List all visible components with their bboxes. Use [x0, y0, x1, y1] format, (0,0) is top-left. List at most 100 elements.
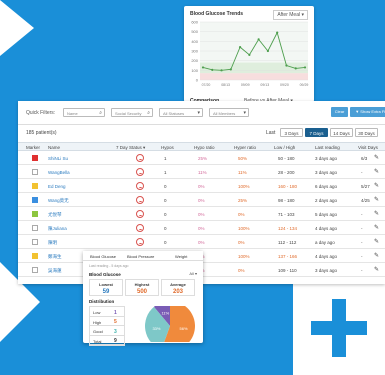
range-dropdown[interactable]: All ▾ — [189, 271, 197, 276]
status-filter-select[interactable]: All Statuses ▾ — [159, 108, 203, 117]
marker-swatch[interactable] — [32, 183, 38, 189]
col-marker[interactable]: Marker — [26, 145, 40, 150]
trend-line-chart: 600 500 400 300 200 100 007/20 08/13 09/09 09/13 0… — [191, 20, 309, 88]
tab-blood-pressure[interactable]: Blood Pressure — [127, 254, 154, 259]
data-point — [285, 64, 288, 67]
distribution-label: High — [93, 319, 102, 325]
edit-icon[interactable]: ✎ — [374, 224, 379, 231]
y-tick-label: 0 — [196, 78, 199, 83]
patient-name[interactable]: Wang莫无 — [48, 198, 69, 204]
last-reading-cell: 4 days ago — [315, 254, 338, 259]
data-point — [276, 31, 279, 34]
edit-icon[interactable]: ✎ — [374, 168, 379, 175]
name-filter-input[interactable]: Name ⌕ — [63, 108, 105, 117]
last-reading-text: Last reading - 5 days ago — [89, 264, 129, 268]
table-row[interactable]: Wang莫无 0 0% 25% 98 - 180 2 days ago 4/25 ✎ — [18, 193, 385, 207]
patient-count: 185 patient(s) — [26, 130, 57, 136]
marker-swatch[interactable] — [32, 253, 38, 259]
patient-name[interactable]: 尤悦琴 — [48, 212, 62, 218]
hypos-cell: 0 — [164, 212, 167, 217]
patient-name[interactable]: 吳海蓮 — [48, 268, 62, 274]
show-extra-filters-button[interactable]: ▼ Show Extra Filters — [350, 107, 385, 117]
table-row[interactable]: Ed Deng 0 0% 100% 160 - 180 6 days ago 5/27 ✎ — [18, 179, 385, 193]
hypo-ratio-cell: 0% — [198, 240, 205, 245]
stat-highest: Highest 500 — [125, 279, 159, 296]
data-point — [211, 68, 214, 71]
col-hypo-ratio[interactable]: Hypo ratio — [194, 145, 215, 150]
marker-swatch[interactable] — [32, 267, 38, 273]
member-filter-select[interactable]: All Members ▾ — [209, 108, 249, 117]
col-last-reading[interactable]: Last reading — [315, 145, 340, 150]
low-high-cell: 50 - 180 — [278, 156, 295, 161]
range-button[interactable]: 3 Days — [280, 128, 303, 137]
decor-triangle-top — [0, 0, 34, 56]
marker-swatch[interactable] — [32, 169, 38, 175]
clear-filters-button[interactable]: Clear — [331, 107, 348, 117]
edit-icon[interactable]: ✎ — [374, 252, 379, 259]
distribution-row: High 5 — [90, 317, 124, 326]
ssn-filter-input[interactable]: Social Security ⌕ — [111, 108, 153, 117]
marker-swatch[interactable] — [32, 225, 38, 231]
col-hypos[interactable]: Hypos — [161, 145, 174, 150]
edit-icon[interactable]: ✎ — [374, 210, 379, 217]
marker-swatch[interactable] — [32, 239, 38, 245]
range-button[interactable]: 7 Days — [305, 128, 328, 137]
edit-icon[interactable]: ✎ — [374, 196, 379, 203]
col-visit-days[interactable]: Visit Days — [358, 145, 378, 150]
x-tick-label: 09/13 — [260, 83, 269, 87]
edit-icon[interactable]: ✎ — [374, 266, 379, 273]
tab-blood-glucose[interactable]: Blood Glucose — [90, 254, 116, 259]
sad-face-icon — [136, 210, 144, 218]
distribution-row: Total 9 — [90, 336, 124, 345]
chevron-down-icon: ▾ — [197, 110, 200, 116]
hypos-cell: 1 — [164, 156, 167, 161]
x-tick-label: 09/29 — [300, 83, 309, 87]
patient-name[interactable]: Ed Deng — [48, 184, 66, 189]
patient-name[interactable]: WangBella — [48, 170, 70, 175]
last-reading-cell: 2 days ago — [315, 198, 338, 203]
low-high-cell: 160 - 180 — [278, 184, 298, 189]
col-hyper-ratio[interactable]: Hyper ratio — [234, 145, 256, 150]
data-point — [294, 67, 297, 70]
popup-tabs: Blood Glucose Blood Pressure Weight — [83, 251, 203, 261]
distribution-row: Good 3 — [90, 326, 124, 336]
marker-swatch[interactable] — [32, 211, 38, 217]
hyper-ratio-cell: 100% — [238, 254, 250, 259]
table-row[interactable]: ShiNLi Su 1 25% 50% 50 - 180 3 days ago 6/3 ✎ — [18, 151, 385, 165]
patient-name[interactable]: 鄭海生 — [48, 254, 62, 260]
edit-icon[interactable]: ✎ — [374, 182, 379, 189]
table-row[interactable]: WangBella 1 11% 11% 28 - 200 3 days ago - ✎ — [18, 165, 385, 179]
pie-percent-label: 11% — [161, 311, 169, 316]
col-name[interactable]: Name — [48, 145, 60, 150]
edit-icon[interactable]: ✎ — [374, 154, 379, 161]
hyper-ratio-cell: 0% — [238, 268, 245, 273]
section-title: Blood Glucose — [89, 272, 121, 277]
patient-name[interactable]: 陳明 — [48, 240, 57, 246]
visit-days-cell: 5/27 — [361, 184, 370, 189]
col-low-high[interactable]: Low / High — [274, 145, 295, 150]
hyper-ratio-cell: 0% — [238, 240, 245, 245]
y-tick-label: 400 — [191, 39, 198, 44]
marker-swatch[interactable] — [32, 197, 38, 203]
low-high-cell: 124 - 134 — [278, 226, 298, 231]
y-tick-label: 300 — [191, 49, 198, 54]
hypos-cell: 0 — [164, 198, 167, 203]
range-button[interactable]: 14 Days — [330, 128, 353, 137]
table-row[interactable]: 陳Juliana 0 0% 100% 124 - 134 4 days ago - ✎ — [18, 221, 385, 235]
distribution-label: Low — [93, 310, 101, 315]
tab-weight[interactable]: Weight — [175, 254, 187, 259]
x-tick-label: 07/20 — [202, 83, 211, 87]
hypos-cell: 0 — [164, 226, 167, 231]
glucose-trend-card: Blood Glucose Trends After Meal ▾ 600 500… — [184, 6, 314, 104]
hyper-ratio-cell: 25% — [238, 198, 248, 203]
table-row[interactable]: 陳明 0 0% 0% 112 - 112 a day ago - ✎ — [18, 235, 385, 249]
patient-name[interactable]: ShiNLi Su — [48, 156, 68, 161]
distribution-value: 1 — [114, 309, 117, 316]
table-row[interactable]: 尤悦琴 0 0% 0% 71 - 103 5 days ago - ✎ — [18, 207, 385, 221]
quick-filters-label: Quick Filters: — [26, 110, 56, 116]
marker-swatch[interactable] — [32, 155, 38, 161]
edit-icon[interactable]: ✎ — [374, 238, 379, 245]
range-button[interactable]: 30 Days — [355, 128, 378, 137]
patient-name[interactable]: 陳Juliana — [48, 226, 67, 232]
hypo-ratio-cell: 25% — [198, 156, 208, 161]
